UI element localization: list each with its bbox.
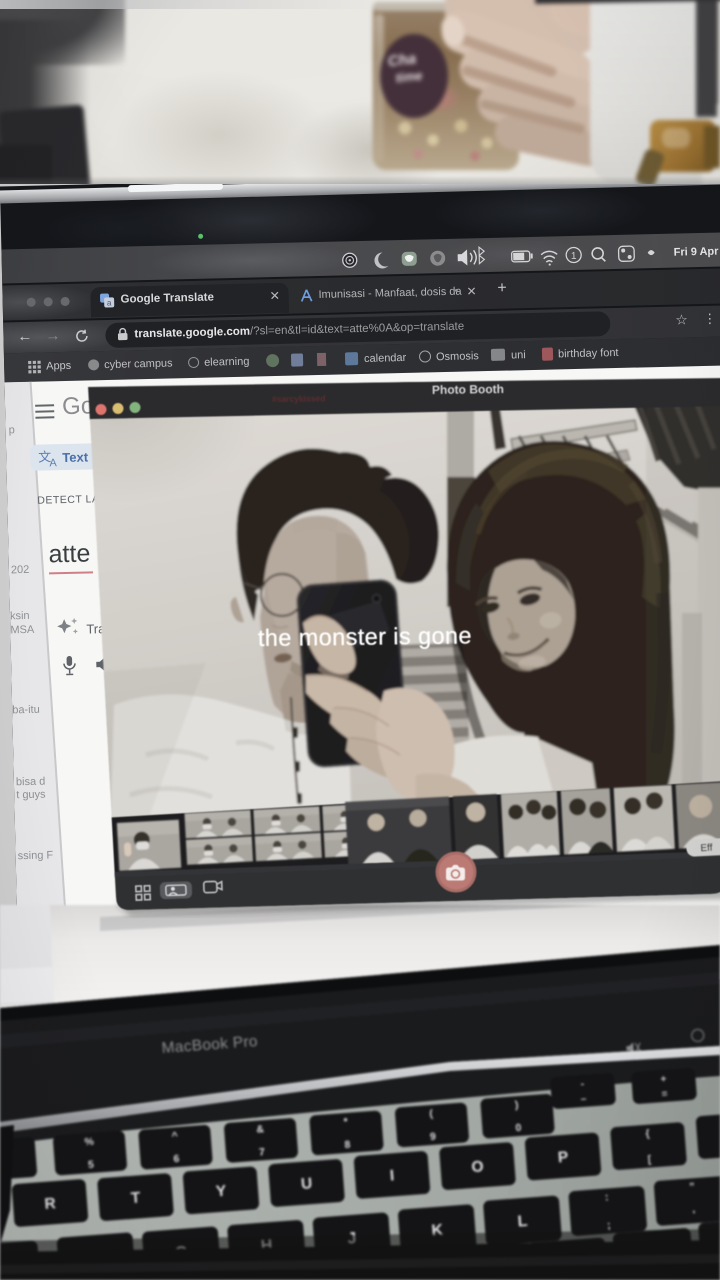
svg-text:R: R	[44, 1195, 56, 1213]
svg-text:%: %	[84, 1136, 95, 1149]
svg-text:9: 9	[430, 1131, 437, 1143]
svg-text:L: L	[517, 1213, 528, 1231]
svg-text:Eff: Eff	[700, 843, 713, 855]
svg-text:7: 7	[259, 1146, 266, 1158]
svg-text:Photo Booth: Photo Booth	[432, 382, 504, 397]
svg-text:+: +	[660, 1074, 667, 1085]
svg-text:#sarcykissed: #sarcykissed	[272, 393, 326, 404]
svg-text:”: ”	[689, 1181, 695, 1193]
svg-text:=: =	[661, 1089, 668, 1100]
svg-text:1: 1	[571, 251, 577, 262]
svg-text:the monster is gone: the monster is gone	[258, 622, 472, 651]
svg-text:5: 5	[88, 1159, 95, 1171]
svg-text:A: A	[49, 457, 57, 467]
svg-text:&: &	[256, 1123, 265, 1136]
svg-text:Fri 9 Apr: Fri 9 Apr	[674, 246, 720, 259]
svg-text:6: 6	[173, 1153, 180, 1165]
svg-text:0: 0	[515, 1122, 522, 1134]
svg-text:P: P	[557, 1149, 569, 1167]
svg-text:T: T	[130, 1189, 141, 1207]
svg-text:U: U	[300, 1175, 312, 1193]
svg-text:O: O	[471, 1158, 484, 1176]
svg-text:^: ^	[171, 1130, 178, 1142]
svg-text:8: 8	[344, 1139, 351, 1151]
svg-text:Y: Y	[215, 1183, 227, 1201]
svg-text:a: a	[107, 298, 112, 307]
